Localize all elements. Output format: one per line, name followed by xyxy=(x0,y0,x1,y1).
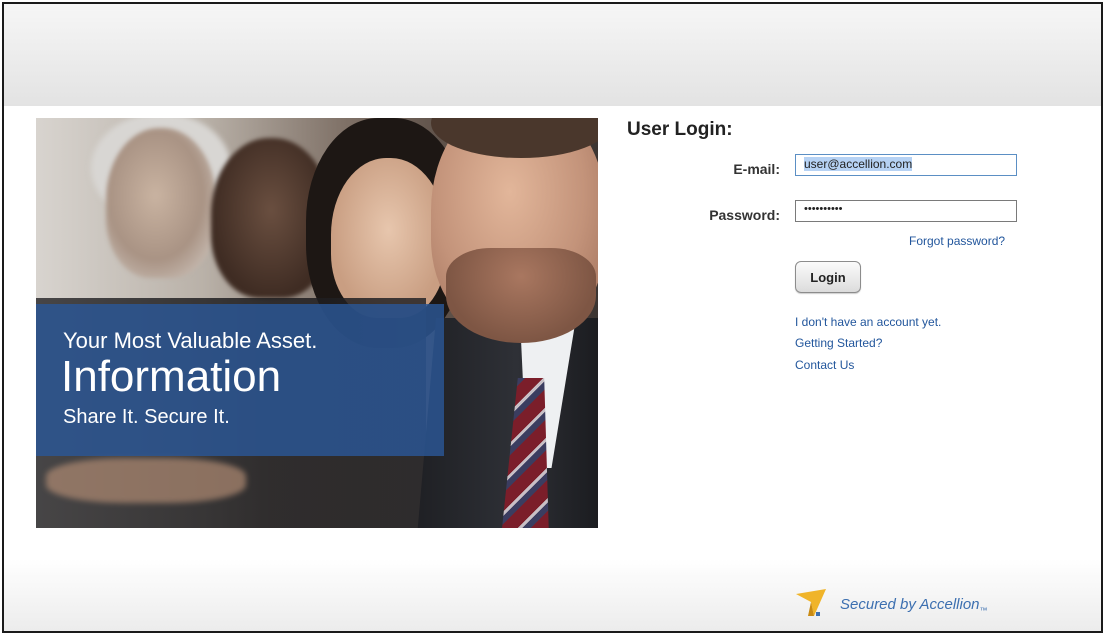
password-label: Password: xyxy=(709,207,780,223)
header-bar xyxy=(4,4,1101,106)
accellion-logo-icon xyxy=(796,589,826,616)
getting-started-link[interactable]: Getting Started? xyxy=(795,336,882,350)
forgot-password-link[interactable]: Forgot password? xyxy=(909,234,1005,248)
contact-us-link[interactable]: Contact Us xyxy=(795,358,854,372)
brand-text: Secured by Accellion™ xyxy=(840,596,988,615)
email-value: user@accellion.com xyxy=(804,157,913,171)
person-1-face xyxy=(106,128,216,278)
trademark-mark: ™ xyxy=(979,606,988,615)
hero-image: Your Most Valuable Asset. Information Sh… xyxy=(36,118,598,528)
login-button[interactable]: Login xyxy=(795,261,861,293)
footer-bar xyxy=(4,559,1101,631)
hands xyxy=(46,458,246,503)
person-3-face xyxy=(331,158,446,318)
person-4-beard xyxy=(446,248,596,343)
brand-name: Secured by Accellion xyxy=(840,596,980,613)
login-window: Your Most Valuable Asset. Information Sh… xyxy=(2,2,1103,633)
email-field[interactable]: user@accellion.com xyxy=(795,154,1017,176)
hero-tagline: Your Most Valuable Asset. xyxy=(63,328,318,353)
hero-tagline-banner: Your Most Valuable Asset. Information Sh… xyxy=(36,304,444,456)
password-field[interactable]: •••••••••• xyxy=(795,200,1017,222)
no-account-link[interactable]: I don't have an account yet. xyxy=(795,315,941,329)
hero-subline: Share It. Secure It. xyxy=(63,406,230,428)
hero-headline: Information xyxy=(61,352,282,401)
login-title: User Login: xyxy=(627,119,733,140)
email-label: E-mail: xyxy=(733,161,780,177)
